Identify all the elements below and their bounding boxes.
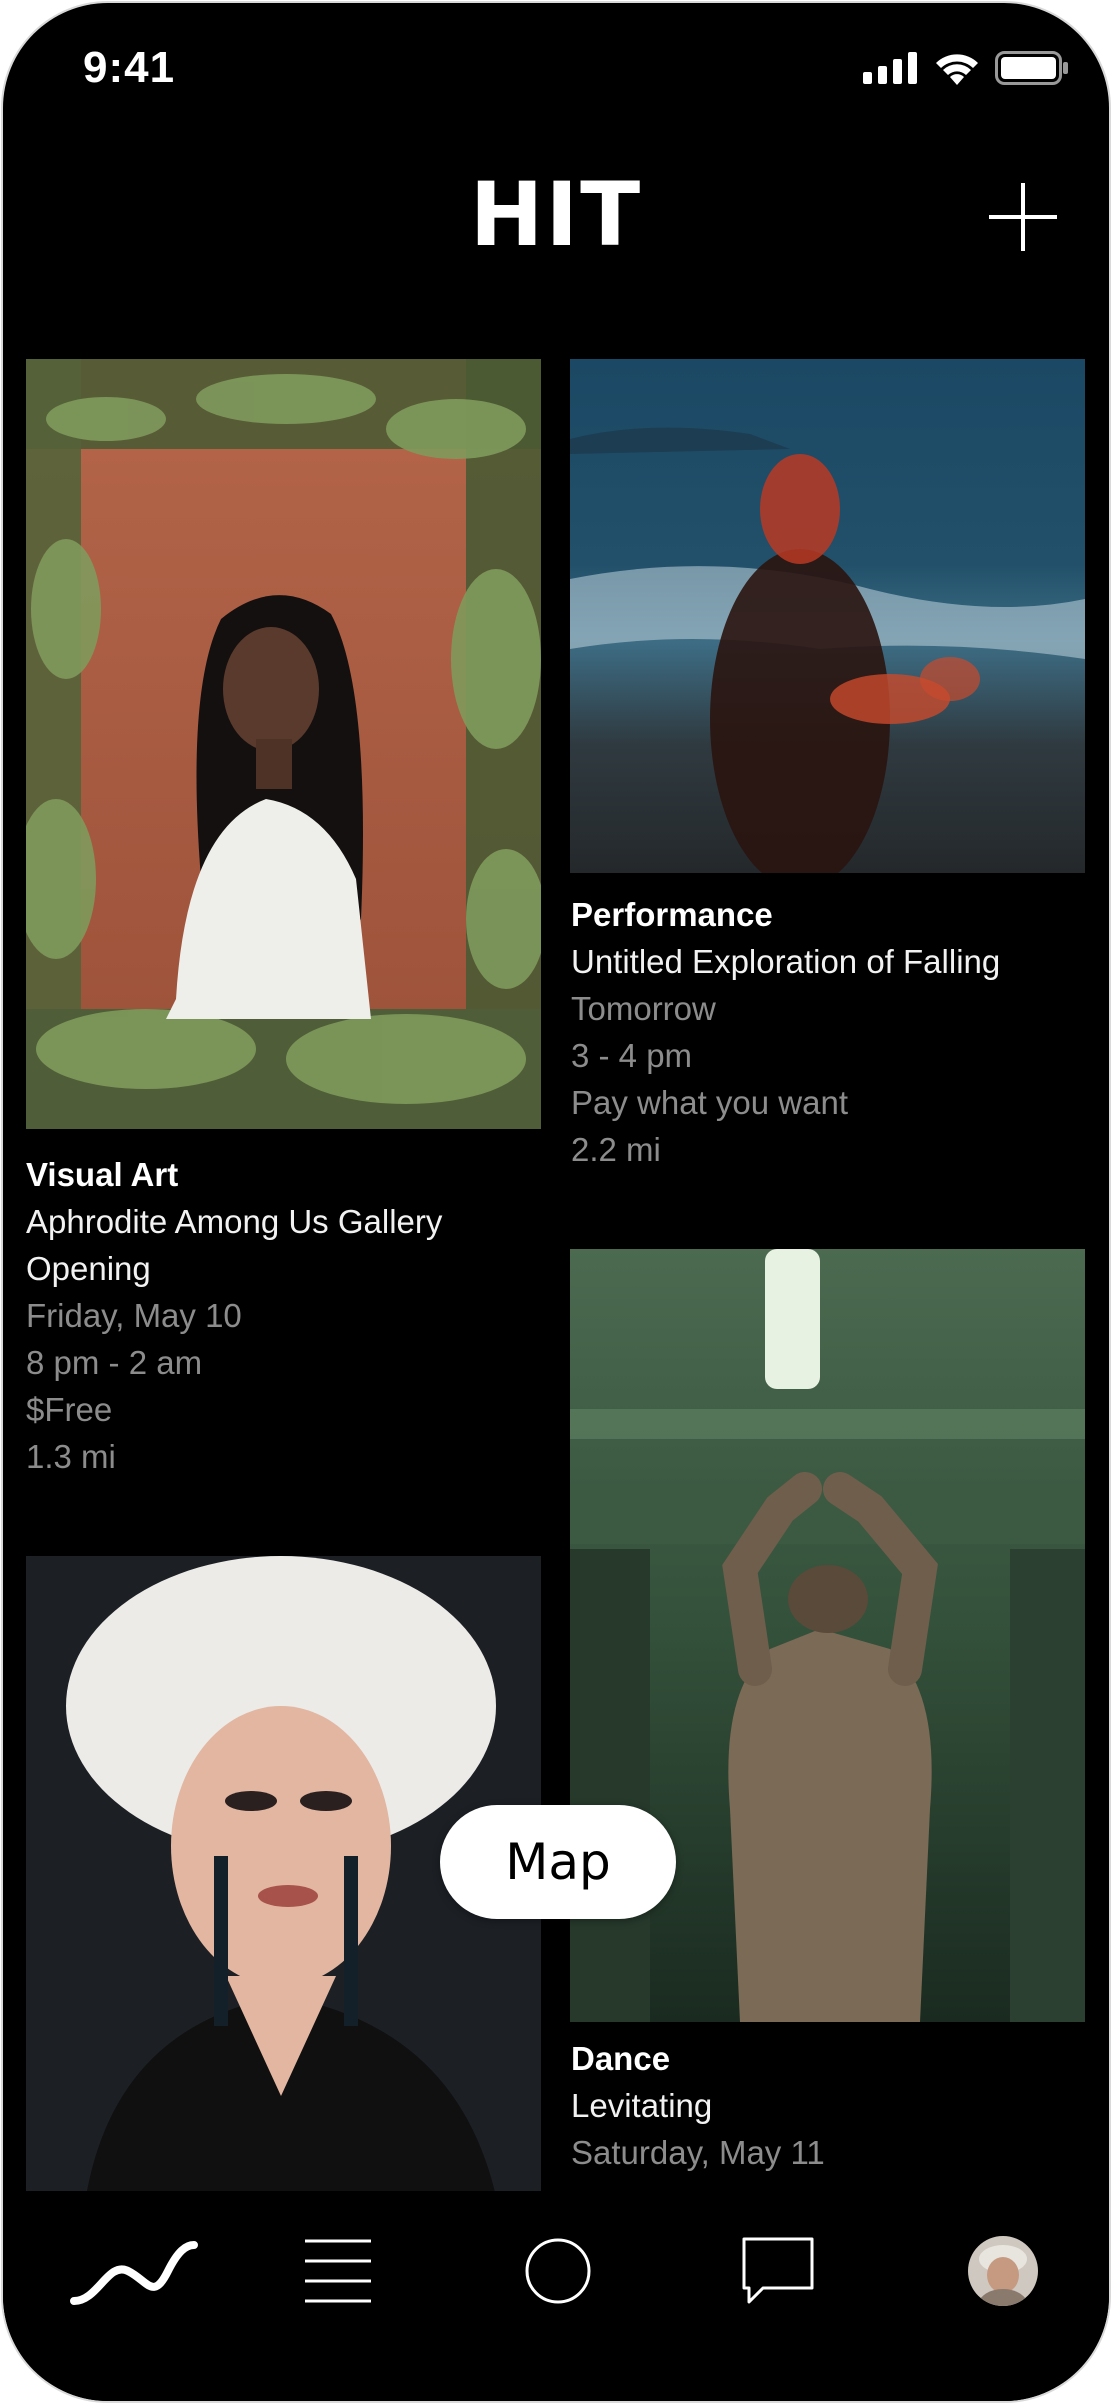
tab-circle[interactable] (493, 2221, 623, 2321)
event-price: Pay what you want (571, 1084, 848, 1121)
wifi-icon (936, 54, 978, 85)
home-indicator (411, 2373, 701, 2383)
plus-icon (989, 183, 1057, 251)
event-time: 8 pm - 2 am (26, 1344, 203, 1381)
event-info: Visual Art Aphrodite Among Us Gallery Op… (26, 1151, 546, 1480)
status-time: 9:41 (83, 43, 176, 92)
tab-messages[interactable] (713, 2221, 843, 2321)
circle-icon (525, 2238, 591, 2304)
event-title[interactable]: Aphrodite Among Us Gallery (26, 1198, 546, 1245)
cellular-signal-icon (863, 52, 917, 84)
event-time: 3 - 4 pm (571, 1037, 693, 1074)
map-button[interactable]: Map (440, 1805, 676, 1919)
event-distance: 1.3 mi (26, 1438, 116, 1475)
event-info: Performance Untitled Exploration of Fall… (571, 891, 1091, 1173)
event-distance: 2.2 mi (571, 1131, 661, 1168)
woman-in-floral-frame-photo (26, 359, 541, 1129)
event-photo[interactable] (26, 359, 541, 1129)
add-event-button[interactable] (987, 181, 1059, 253)
event-date: Saturday, May 11 (571, 2134, 825, 2171)
status-icons (863, 51, 1069, 85)
event-category: Dance (571, 2040, 671, 2077)
list-menu-icon (305, 2239, 371, 2303)
phone-screen: 9:41 HIT Visual Art Aphrodite Among Us G… (3, 3, 1109, 2401)
event-price: $Free (26, 1391, 113, 1428)
tab-profile[interactable] (938, 2221, 1068, 2321)
event-title[interactable]: Untitled Exploration of Falling (571, 938, 1091, 985)
app-logo[interactable]: HIT (3, 163, 1109, 266)
event-title-continued[interactable]: Opening (26, 1245, 546, 1292)
blurred-dancer-by-sea-photo (570, 359, 1085, 873)
event-info: Dance Levitating Saturday, May 11 (571, 2035, 1091, 2176)
event-date: Friday, May 10 (26, 1297, 242, 1334)
battery-icon (995, 51, 1068, 85)
status-bar: 9:41 (3, 3, 1109, 133)
tab-bar (3, 2191, 1109, 2401)
tab-feed[interactable] (68, 2221, 198, 2321)
tab-list[interactable] (273, 2221, 403, 2321)
feed-wave-icon (70, 2241, 198, 2305)
profile-avatar (968, 2236, 1038, 2306)
event-title[interactable]: Levitating (571, 2082, 1091, 2129)
event-category: Performance (571, 896, 773, 933)
event-category: Visual Art (26, 1156, 179, 1193)
chat-bubble-icon (742, 2237, 814, 2304)
event-photo[interactable] (570, 359, 1085, 873)
event-date: Tomorrow (571, 990, 716, 1027)
